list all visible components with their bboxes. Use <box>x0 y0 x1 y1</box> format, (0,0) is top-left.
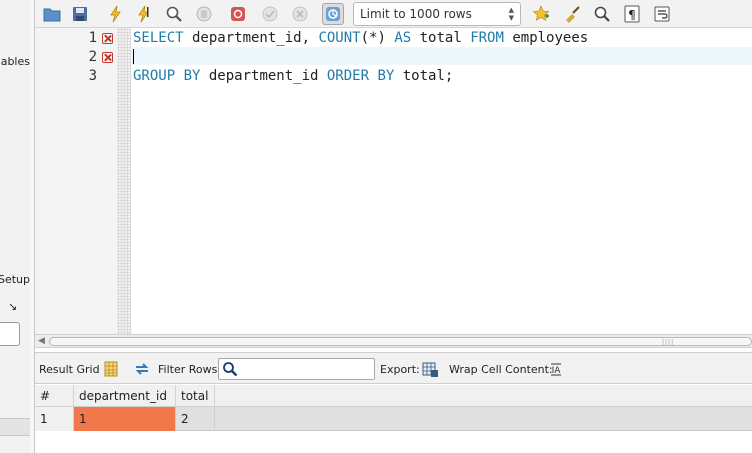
sidebar-setup-fragment[interactable]: Setup <box>0 273 30 286</box>
sidebar-search-field[interactable] <box>0 322 20 346</box>
search-icon <box>594 6 610 22</box>
scrollbar-thumb[interactable]: |||| <box>49 337 752 346</box>
svg-text:IA: IA <box>552 366 562 376</box>
find-button[interactable] <box>591 3 613 25</box>
code-line-3: GROUP BY department_id ORDER BY total; <box>133 68 453 84</box>
column-header-total[interactable]: total <box>176 385 215 407</box>
grid-header: # department_id total <box>35 385 752 407</box>
floppy-disk-icon <box>73 7 87 21</box>
wrap-icon <box>654 6 670 22</box>
save-file-button[interactable] <box>69 3 91 25</box>
svg-text:¶: ¶ <box>628 8 636 22</box>
expand-arrow-icon[interactable]: ↘ <box>8 300 17 313</box>
scroll-left-icon[interactable]: ◀ <box>38 336 45 346</box>
syntax-error-marker-icon[interactable] <box>102 52 113 63</box>
export-label: Export: <box>380 363 420 376</box>
keyword-token: SELECT <box>133 30 184 46</box>
magnifier-icon <box>166 6 182 22</box>
row-number-cell[interactable]: 1 <box>35 407 74 431</box>
fold-margin <box>117 28 131 334</box>
lightning-cursor-icon <box>138 5 149 23</box>
autocommit-icon <box>326 7 340 21</box>
keyword-token: ORDER BY <box>326 68 395 84</box>
line-number: 1 <box>88 30 97 46</box>
keyword-token: AS <box>394 30 412 46</box>
sql-editor-toolbar: Limit to 1000 rows ▲ ▼ ¶ <box>35 0 752 28</box>
code-line-1: SELECT department_id, COUNT(*) AS total … <box>133 30 588 46</box>
keyword-token: GROUP BY <box>133 68 201 84</box>
wrap-cell-icon[interactable]: IA <box>547 360 565 378</box>
stop-button[interactable] <box>193 3 215 25</box>
open-file-button[interactable] <box>41 3 63 25</box>
line-number: 2 <box>88 49 97 65</box>
code-token: total; <box>394 68 454 84</box>
editor-horizontal-scrollbar[interactable]: ◀ |||| <box>35 334 752 348</box>
filter-rows-text[interactable] <box>241 361 371 377</box>
line-number: 3 <box>88 68 97 84</box>
syntax-error-marker-icon[interactable] <box>102 33 113 44</box>
result-grid-label[interactable]: Result Grid <box>39 363 100 376</box>
grip-icon: |||| <box>662 339 675 346</box>
department-id-cell[interactable]: 1 <box>74 407 176 431</box>
rollback-button[interactable] <box>289 3 311 25</box>
beautify-button[interactable] <box>561 3 583 25</box>
column-header-department-id[interactable]: department_id <box>74 385 176 407</box>
cancel-circle-icon <box>292 6 308 22</box>
wrap-cell-content-label: Wrap Cell Content: <box>449 363 553 376</box>
code-token: employees <box>503 30 589 46</box>
sidebar-variables-fragment[interactable]: iables <box>0 55 30 68</box>
sql-editor[interactable]: 1 2 3 SELECT department_id, COUNT(*) AS … <box>35 28 752 334</box>
word-wrap-button[interactable] <box>651 3 673 25</box>
toggle-stop-on-error-button[interactable] <box>227 3 249 25</box>
spinner-arrows-icon: ▲ ▼ <box>508 6 514 22</box>
limit-rows-value: Limit to 1000 rows <box>360 7 472 21</box>
check-circle-icon <box>262 6 278 22</box>
grid-view-icon[interactable] <box>102 360 120 378</box>
keyword-token: FROM <box>470 30 504 46</box>
explain-button[interactable] <box>163 3 185 25</box>
execute-current-button[interactable] <box>133 3 155 25</box>
total-cell[interactable]: 2 <box>176 407 215 431</box>
code-token: department_id <box>200 68 327 84</box>
limit-rows-select[interactable]: Limit to 1000 rows ▲ ▼ <box>353 2 521 26</box>
autocommit-toggle-button[interactable] <box>322 3 344 25</box>
broom-icon <box>566 6 580 23</box>
pilcrow-icon: ¶ <box>624 5 640 23</box>
error-stop-icon <box>231 7 245 21</box>
sidebar-bottom-bar <box>0 418 30 436</box>
search-icon <box>223 362 238 377</box>
add-snippet-button[interactable] <box>530 3 552 25</box>
code-token: (*) <box>360 30 395 46</box>
commit-button[interactable] <box>259 3 281 25</box>
result-toolbar: Result Grid Filter Rows: Export: Wrap Ce… <box>35 352 752 384</box>
current-line-highlight <box>131 47 752 65</box>
column-header-rownum[interactable]: # <box>35 385 74 407</box>
lightning-icon <box>110 5 121 23</box>
result-grid[interactable]: # department_id total 1 1 2 <box>35 385 752 453</box>
code-token: total <box>411 30 471 46</box>
filter-rows-label: Filter Rows: <box>158 363 222 376</box>
refresh-arrows-icon[interactable] <box>133 360 151 378</box>
star-plus-icon <box>532 5 550 21</box>
keyword-token: COUNT <box>318 30 361 46</box>
navigator-sidebar: iables Setup ↘ <box>0 0 30 453</box>
filter-rows-input[interactable] <box>218 358 375 380</box>
export-icon[interactable] <box>421 360 439 378</box>
execute-all-button[interactable] <box>105 3 127 25</box>
hand-stop-icon <box>196 6 212 22</box>
table-row[interactable]: 1 1 2 <box>35 407 752 431</box>
text-caret <box>133 49 134 64</box>
folder-icon <box>43 8 61 22</box>
code-token: department_id, <box>183 30 319 46</box>
invisible-chars-button[interactable]: ¶ <box>621 3 643 25</box>
